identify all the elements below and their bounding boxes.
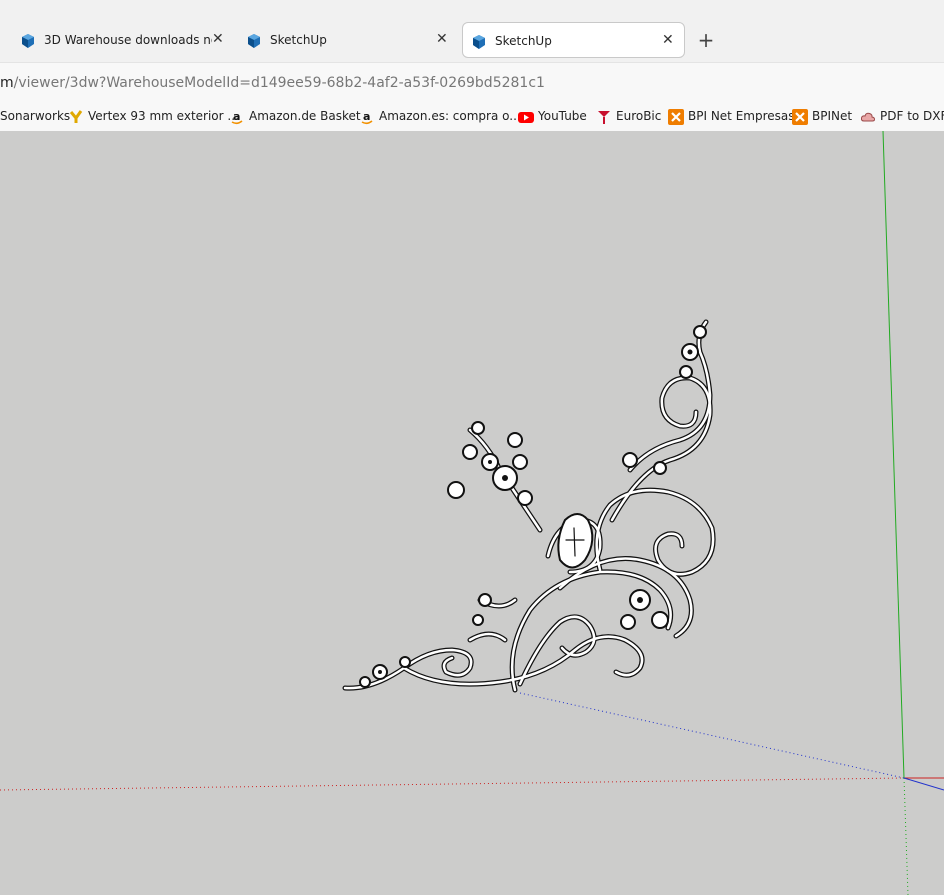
url-path: /viewer/3dw?WarehouseModelId=d149ee59-68…	[13, 75, 545, 91]
url-text[interactable]: m/viewer/3dw?WarehouseModelId=d149ee59-6…	[0, 75, 545, 91]
url-domain: m	[0, 75, 14, 91]
bpi-icon	[792, 109, 808, 125]
bookmark-label: Sonarworks	[0, 109, 71, 123]
blue-axis	[903, 777, 944, 791]
svg-text:a: a	[363, 110, 370, 123]
bookmark-label: Amazon.es: compra o...	[379, 109, 521, 123]
bookmark-label: YouTube	[538, 109, 587, 123]
viewport-canvas[interactable]	[0, 131, 944, 895]
amazon-icon: a	[231, 110, 243, 125]
bookmark-bpinet[interactable]: BPINet	[792, 109, 852, 125]
tab-title: SketchUp	[495, 34, 552, 48]
close-icon[interactable]: ✕	[436, 31, 448, 47]
tab-sketchup-1[interactable]: SketchUp ✕	[238, 22, 460, 58]
bookmark-eurobic[interactable]: EuroBic	[596, 109, 661, 125]
tab-strip: 3D Warehouse downloads not a ✕ SketchUp …	[0, 0, 944, 62]
bookmark-bpi-net-empresas[interactable]: BPI Net Empresas	[668, 109, 795, 125]
tab-title: SketchUp	[270, 33, 327, 47]
bookmark-pdf-to-dxf[interactable]: PDF to DXF	[860, 109, 944, 125]
bookmark-youtube[interactable]: YouTube	[518, 109, 587, 125]
svg-text:a: a	[233, 110, 240, 123]
ornament-model[interactable]	[342, 319, 716, 693]
new-tab-button[interactable]: +	[696, 28, 716, 52]
sketchup-icon	[22, 34, 34, 48]
blue-axis-hidden	[519, 692, 905, 779]
cloud-icon	[860, 112, 876, 122]
bookmark-label: EuroBic	[616, 109, 662, 123]
green-axis	[882, 131, 905, 779]
red-axis-hidden	[0, 777, 905, 791]
green-axis-hidden	[903, 777, 909, 895]
bookmark-label: BPI Net Empresas	[688, 109, 795, 123]
address-bar[interactable]: m/viewer/3dw?WarehouseModelId=d149ee59-6…	[0, 62, 944, 103]
bpi-icon	[668, 109, 684, 125]
bookmark-amazon-es[interactable]: a Amazon.es: compra o...	[359, 109, 521, 125]
tab-title: 3D Warehouse downloads not a	[44, 33, 212, 47]
bookmarks-bar: Sonarworks Vertex 93 mm exterior ... a Am…	[0, 102, 944, 132]
sketchup-icon	[248, 34, 260, 48]
bookmark-label: PDF to DXF	[880, 109, 944, 123]
bookmark-label: Amazon.de Basket	[249, 109, 361, 123]
sketchup-icon	[473, 35, 485, 49]
bookmark-label: BPINet	[812, 109, 853, 123]
youtube-icon	[518, 112, 534, 123]
bookmark-amazon-de[interactable]: a Amazon.de Basket	[229, 109, 361, 125]
tab-sketchup-active[interactable]: SketchUp ✕	[462, 22, 685, 58]
close-icon[interactable]: ✕	[212, 31, 224, 47]
vertex-icon	[69, 110, 83, 123]
3d-viewport[interactable]	[0, 131, 944, 895]
bookmark-vertex[interactable]: Vertex 93 mm exterior ...	[68, 109, 239, 125]
eurobic-icon	[598, 111, 610, 124]
bookmark-label: Vertex 93 mm exterior ...	[88, 109, 239, 123]
close-icon[interactable]: ✕	[662, 32, 674, 48]
tab-3d-warehouse-downloads[interactable]: 3D Warehouse downloads not a ✕	[12, 22, 234, 58]
amazon-icon: a	[361, 110, 373, 125]
bookmark-sonarworks[interactable]: Sonarworks	[0, 109, 70, 125]
